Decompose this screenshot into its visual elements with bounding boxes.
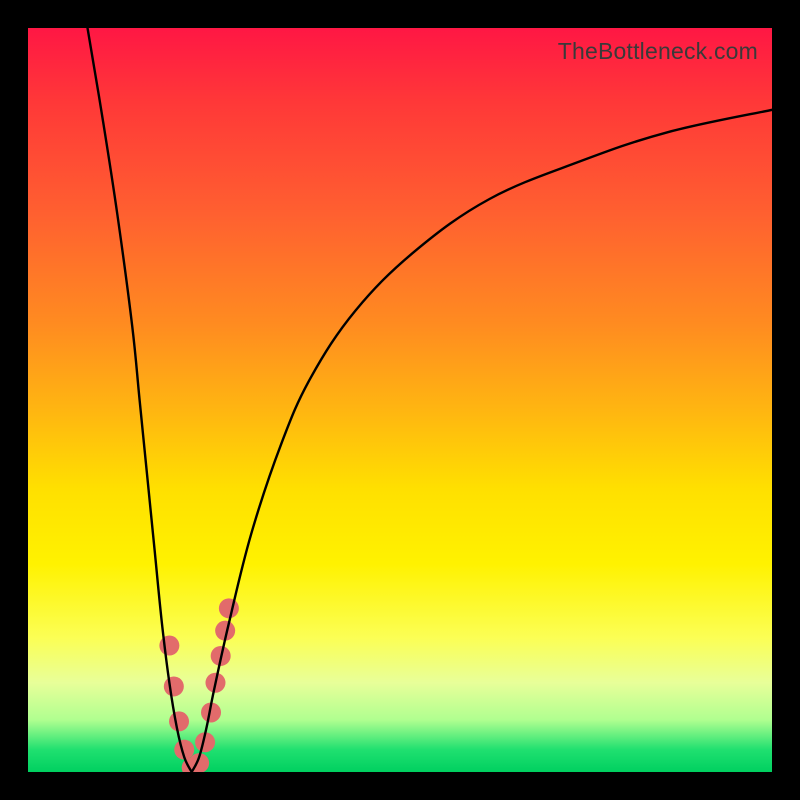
curve-svg [28,28,772,772]
curve-right [192,110,772,772]
highlight-dot [205,673,225,693]
highlight-dot [164,676,184,696]
highlight-dot [211,646,231,666]
highlight-dot [182,758,202,772]
highlight-dot [219,598,239,618]
highlight-dot [195,732,215,752]
highlight-dot [201,702,221,722]
chart-container: TheBottleneck.com [0,0,800,800]
highlight-dot [215,621,235,641]
plot-area: TheBottleneck.com [28,28,772,772]
highlight-dot [159,636,179,656]
highlight-dot [189,753,209,772]
marker-layer [159,598,239,772]
curve-left [88,28,192,772]
highlight-dot [169,711,189,731]
highlight-dot [174,740,194,760]
watermark-text: TheBottleneck.com [558,38,758,65]
